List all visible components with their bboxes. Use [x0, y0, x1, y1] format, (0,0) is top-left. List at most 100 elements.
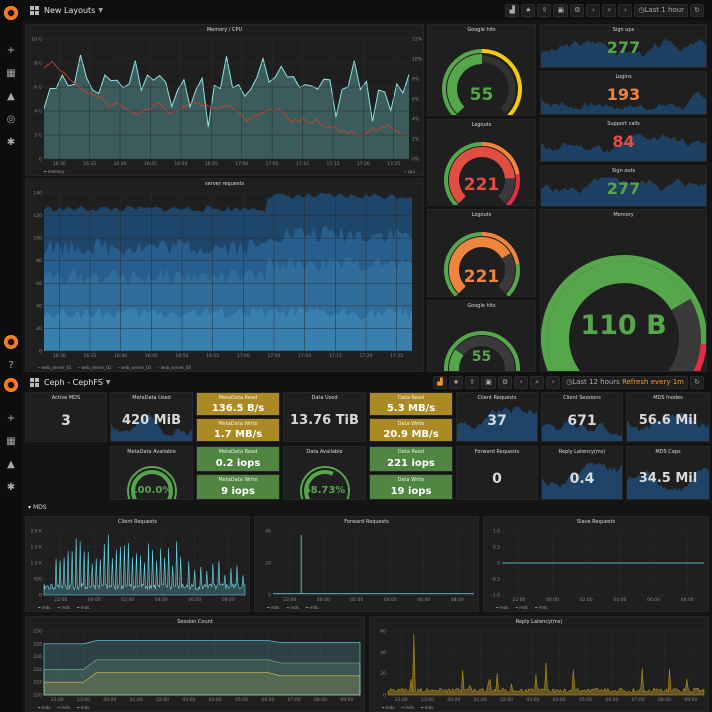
- sign-outs-stat-panel[interactable]: Sign outs 277: [540, 165, 707, 207]
- legend-web-server-01[interactable]: ━ web_server_01: [38, 365, 72, 370]
- legend-web-server-03[interactable]: ━ web_server_03: [117, 365, 151, 370]
- legend-item[interactable]: ━ mds.: [38, 705, 52, 710]
- add-panel-button[interactable]: ▟: [432, 375, 447, 389]
- forward-requests-graph-panel[interactable]: Forward Requests 40 20 0 22:00 00:00 02:00 04:…: [254, 516, 479, 612]
- chevron-right-icon[interactable]: ›: [618, 3, 633, 17]
- data-read-iops-panel[interactable]: Data Read 221 iops: [369, 446, 453, 472]
- data-used-panel[interactable]: Data Used 13.76 TiB: [283, 392, 366, 442]
- legend-item[interactable]: ━ mds.: [306, 605, 320, 610]
- chevron-right-icon[interactable]: ›: [546, 375, 561, 389]
- forward-requests-stat-panel[interactable]: Forward Requests 0: [456, 446, 538, 500]
- legend-cpu[interactable]: ━ cpu: [404, 169, 415, 174]
- metadata-read-panel[interactable]: MetaData Read 136.5 B/s: [196, 392, 280, 416]
- row-title-mds[interactable]: ▾ MDS: [28, 504, 47, 511]
- logouts-gauge-panel[interactable]: Logouts 221: [427, 119, 536, 206]
- legend-item[interactable]: ━ mds.: [58, 705, 72, 710]
- grafana-logo-icon[interactable]: [4, 378, 18, 392]
- data-write-panel[interactable]: Data Write 20.9 MB/s: [369, 418, 453, 442]
- save-icon[interactable]: ▣: [481, 375, 496, 389]
- sign-ups-stat-panel[interactable]: Sign ups 277: [540, 24, 707, 68]
- refresh-icon[interactable]: ↻: [690, 375, 704, 389]
- share-icon[interactable]: ⇪: [465, 375, 480, 389]
- chevron-down-icon[interactable]: ▼: [98, 7, 103, 14]
- legend: ━ mds. ━ mds. ━ mds.: [38, 605, 91, 610]
- time-picker[interactable]: ◷ Last 12 hours Refresh every 1m: [562, 375, 688, 389]
- stat-value: 19 iops: [390, 486, 432, 497]
- y-tick-label: 20: [265, 561, 271, 567]
- legend-web-server-02[interactable]: ━ web_server_02: [78, 365, 112, 370]
- star-icon[interactable]: ★: [521, 3, 536, 17]
- plus-icon[interactable]: +: [4, 411, 18, 425]
- google-hits-gauge-panel[interactable]: Google hits 55: [427, 24, 536, 116]
- stat-value: 0.4: [569, 471, 595, 487]
- support-calls-stat-panel[interactable]: Support calls 84: [540, 118, 707, 162]
- metadata-write-iops-panel[interactable]: MetaData Write 9 iops: [196, 474, 280, 500]
- plus-icon[interactable]: +: [4, 43, 18, 57]
- memory-cpu-panel[interactable]: Memory / CPU 12% 10% 8% 6% 4% 2% 0% 10 G8 G6 G…: [25, 24, 424, 176]
- settings-icon[interactable]: ⚙: [570, 3, 585, 17]
- zoom-out-icon[interactable]: ⌕: [530, 375, 545, 389]
- x-tick-label: 08:00: [222, 597, 235, 603]
- time-picker[interactable]: ◷ Last 1 hour: [634, 3, 688, 17]
- metadata-available-panel[interactable]: MetaData Available 100.0%: [110, 446, 193, 500]
- user-avatar-icon[interactable]: [4, 335, 18, 349]
- metadata-used-panel[interactable]: MetaData Used 420 MiB: [110, 392, 193, 442]
- zoom-out-icon[interactable]: ⌕: [602, 3, 617, 17]
- add-panel-button[interactable]: ▟: [505, 3, 520, 17]
- chevron-down-icon[interactable]: ▼: [106, 379, 111, 386]
- legend-item[interactable]: ━ mds.: [77, 705, 91, 710]
- data-write-iops-panel[interactable]: Data Write 19 iops: [369, 474, 453, 500]
- star-icon[interactable]: ★: [448, 375, 464, 389]
- google-hits-gauge-panel-2[interactable]: Google hits 55: [427, 300, 536, 372]
- session-count-graph-panel[interactable]: Session Count 230 228 226 224 222 220 22:00 23:…: [25, 616, 365, 712]
- chevron-left-icon[interactable]: ‹: [586, 3, 601, 17]
- server-requests-panel[interactable]: server requests 140 120 100 80 60 40 20 0 16:30 1…: [25, 178, 424, 372]
- legend-web-server-04[interactable]: ━ web_server_04: [157, 365, 191, 370]
- legend-item[interactable]: ━ mds.: [496, 605, 510, 610]
- legend-item[interactable]: ━ mds.: [382, 705, 396, 710]
- mds-inodes-panel[interactable]: MDS Inodes 56.6 Mil: [626, 392, 710, 442]
- logins-stat-panel[interactable]: Logins 193: [540, 71, 707, 115]
- client-sessions-panel[interactable]: Client Sessions 671: [541, 392, 623, 442]
- mds-caps-panel[interactable]: MDS Caps 34.5 Mil: [626, 446, 710, 500]
- help-icon[interactable]: ?: [4, 358, 18, 372]
- client-requests-graph-panel[interactable]: Client Requests 2.0 K 1.5 K 1.0 K 500 0 22:00…: [25, 516, 250, 612]
- share-icon[interactable]: ⇪: [537, 3, 552, 17]
- refresh-icon[interactable]: ↻: [690, 3, 704, 17]
- dashboard-title[interactable]: Ceph - CephFS: [44, 378, 103, 387]
- dashboards-icon[interactable]: ▦: [4, 66, 18, 80]
- legend-memory[interactable]: ━ memory: [44, 169, 64, 174]
- settings-icon[interactable]: ⚙: [497, 375, 513, 389]
- x-tick-label: 02:00: [156, 697, 169, 703]
- active-mds-panel[interactable]: Active MDS 3: [25, 392, 107, 442]
- grafana-logo-icon[interactable]: [4, 6, 18, 20]
- client-requests-panel[interactable]: Client Requests 37: [456, 392, 538, 442]
- slave-requests-graph-panel[interactable]: Slave Requests 1.0 0.5 0 -0.5 -1.0 22:00 00:00…: [483, 516, 709, 612]
- legend-item[interactable]: ━ mds.: [402, 705, 416, 710]
- chevron-left-icon[interactable]: ‹: [514, 375, 529, 389]
- dashboard-title[interactable]: New Layouts: [44, 6, 95, 15]
- metadata-read-iops-panel[interactable]: MetaData Read 0.2 iops: [196, 446, 280, 472]
- logouts-gauge-panel-2[interactable]: Logouts 221: [427, 209, 536, 297]
- bell-icon[interactable]: ▲: [4, 457, 18, 471]
- legend-item[interactable]: ━ mds.: [421, 705, 435, 710]
- legend-item[interactable]: ━ mds.: [77, 605, 91, 610]
- data-available-panel[interactable]: Data Available 58.73%: [283, 446, 366, 500]
- legend-item[interactable]: ━ mds.: [58, 605, 72, 610]
- reply-latency-stat-panel[interactable]: Reply Latency(ms) 0.4: [541, 446, 623, 500]
- gear-icon[interactable]: ✱: [4, 480, 18, 494]
- legend-item[interactable]: ━ mds.: [38, 605, 52, 610]
- gear-icon[interactable]: ✱: [4, 135, 18, 149]
- explore-icon[interactable]: ◎: [4, 112, 18, 126]
- legend-item[interactable]: ━ mds.: [535, 605, 549, 610]
- legend-item[interactable]: ━ mds.: [516, 605, 530, 610]
- bell-icon[interactable]: ▲: [4, 89, 18, 103]
- reply-latency-graph-panel[interactable]: Reply Latency(ms) 60 40 20 0 22:00 23:00 00:00…: [369, 616, 709, 712]
- data-read-panel[interactable]: Data Read 5.3 MB/s: [369, 392, 453, 416]
- legend-item[interactable]: ━ mds.: [287, 605, 301, 610]
- dashboards-icon[interactable]: ▦: [4, 434, 18, 448]
- legend-item[interactable]: ━ mds.: [267, 605, 281, 610]
- metadata-write-panel[interactable]: MetaData Write 1.7 MB/s: [196, 418, 280, 442]
- save-icon[interactable]: ▣: [553, 3, 569, 17]
- memory-gauge-panel[interactable]: Memory 110 B: [540, 209, 707, 372]
